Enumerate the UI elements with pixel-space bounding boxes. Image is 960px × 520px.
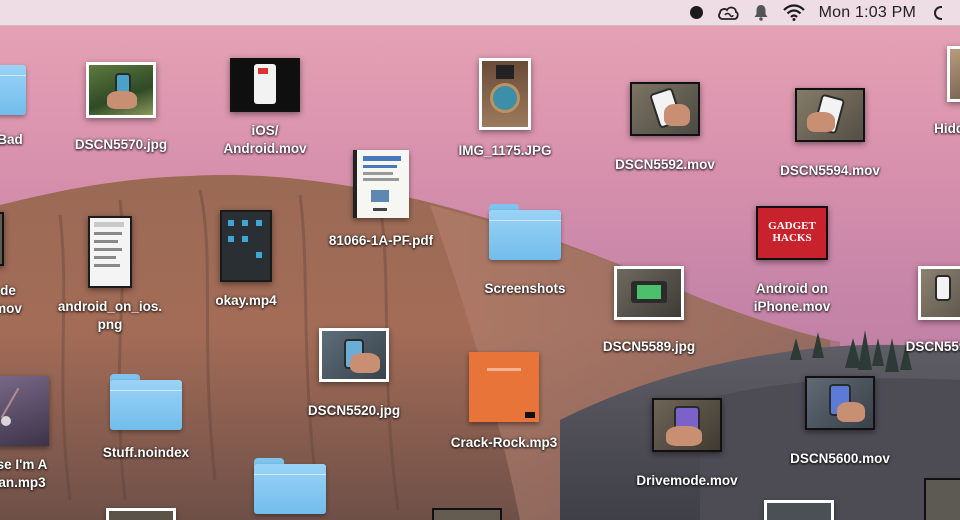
desktop-item-ios-android-mov[interactable]: iOS/ Android.mov — [200, 58, 330, 158]
item-label: DSCN559 — [905, 339, 960, 354]
item-label: okay.mp4 — [215, 293, 277, 308]
spotlight-icon[interactable] — [930, 5, 942, 20]
desktop-item-stuff-noindex[interactable]: Stuff.noindex — [81, 372, 211, 462]
folder-icon — [254, 458, 326, 514]
menubar-clock[interactable]: Mon 1:03 PM — [819, 4, 916, 22]
item-label: IMG_1175.JPG — [458, 143, 552, 158]
item-label: Drivemode.mov — [636, 473, 738, 488]
item-label: DSCN5594.mov — [780, 163, 880, 178]
desktop-item-dscn5594-mov[interactable]: DSCN5594.mov — [765, 88, 895, 180]
desktop-item-dscn5589-jpg[interactable]: DSCN5589.jpg — [584, 266, 714, 356]
desktop-item-crack-rock-mp3[interactable]: Crack-Rock.mp3 — [439, 352, 569, 452]
image-thumbnail — [319, 328, 389, 382]
desktop-item-dscn5600-mov[interactable]: DSCN5600.mov — [775, 376, 905, 468]
item-label: 81066-1A-PF.pdf — [328, 233, 434, 248]
desktop-item-okay-mp4[interactable]: okay.mp4 — [181, 210, 311, 310]
image-thumbnail — [614, 266, 684, 320]
desktop-item-dscn5570-jpg[interactable]: DSCN5570.jpg — [56, 62, 186, 154]
desktop-item-hidden[interactable]: Hidden — [892, 46, 960, 138]
desktop-item-dscn5592-mov[interactable]: DSCN5592.mov — [600, 82, 730, 174]
item-label: iOS/ Android.mov — [223, 123, 307, 157]
item-label: se I'm A an.mp3 — [0, 457, 48, 491]
video-thumbnail — [630, 82, 700, 136]
item-label: DSCN5592.mov — [615, 157, 715, 172]
desktop-item-dscn5520-jpg[interactable]: DSCN5520.jpg — [289, 328, 419, 420]
desktop-item-81066-pdf[interactable]: 81066-1A-PF.pdf — [316, 148, 446, 250]
item-label: de mov — [0, 283, 22, 317]
pdf-thumbnail — [353, 150, 409, 218]
item-label: DSCN5570.jpg — [74, 137, 168, 152]
item-label: DSCN5589.jpg — [602, 339, 696, 354]
image-thumbnail — [947, 46, 960, 102]
album-art-thumbnail — [469, 352, 539, 422]
record-dot-icon[interactable] — [689, 6, 703, 19]
video-thumbnail — [0, 212, 4, 266]
folder-icon — [110, 374, 182, 430]
item-label: android_on_ios. png — [57, 299, 163, 333]
image-thumbnail — [479, 58, 531, 130]
item-label: DSCN5520.jpg — [307, 403, 401, 418]
wifi-icon[interactable] — [782, 4, 805, 21]
partial-thumbnail-bottom-3[interactable] — [764, 500, 834, 520]
item-label: Bad — [0, 132, 23, 147]
item-label: Hidden — [934, 121, 960, 136]
desktop-item-folder-bottom[interactable] — [225, 456, 355, 514]
video-thumbnail — [805, 376, 875, 430]
gadget-hacks-logo: GADGET HACKS — [768, 220, 816, 244]
video-thumbnail — [795, 88, 865, 142]
image-thumbnail — [88, 216, 132, 288]
folder-icon — [0, 59, 26, 115]
image-thumbnail — [918, 266, 960, 320]
image-thumbnail — [86, 62, 156, 118]
video-thumbnail — [230, 58, 300, 112]
item-label: Crack-Rock.mp3 — [450, 435, 558, 450]
album-art-thumbnail — [0, 376, 49, 446]
item-label: Screenshots — [484, 281, 566, 296]
partial-thumbnail-bottom-1[interactable] — [106, 508, 176, 520]
desktop-item-screenshots[interactable]: Screenshots — [460, 202, 590, 298]
menu-bar: Mon 1:03 PM — [0, 0, 960, 26]
desktop-item-android-on-iphone-mov[interactable]: GADGET HACKS Android on iPhone.mov — [727, 206, 857, 316]
desktop-item-dscn559[interactable]: DSCN559 — [873, 266, 960, 356]
desktop-item-img-1175-jpg[interactable]: IMG_1175.JPG — [440, 58, 570, 160]
desktop-item-se-im-a-mp3[interactable]: se I'm A an.mp3 — [0, 374, 87, 492]
desktop-item-android-on-ios-png[interactable]: android_on_ios. png — [45, 216, 175, 334]
item-label: Android on iPhone.mov — [753, 281, 831, 315]
partial-thumbnail-bottom-2[interactable] — [432, 508, 502, 520]
notification-bell-icon[interactable] — [753, 4, 769, 21]
desktop-item-drivemode-mov[interactable]: Drivemode.mov — [622, 398, 752, 490]
partial-thumbnail-bottom-4[interactable] — [924, 478, 960, 520]
video-thumbnail — [652, 398, 722, 452]
creative-cloud-icon[interactable] — [717, 5, 739, 21]
item-label: DSCN5600.mov — [790, 451, 890, 466]
video-thumbnail: GADGET HACKS — [756, 206, 828, 260]
video-thumbnail — [220, 210, 272, 282]
folder-icon — [489, 204, 561, 260]
item-label: Stuff.noindex — [102, 445, 190, 460]
